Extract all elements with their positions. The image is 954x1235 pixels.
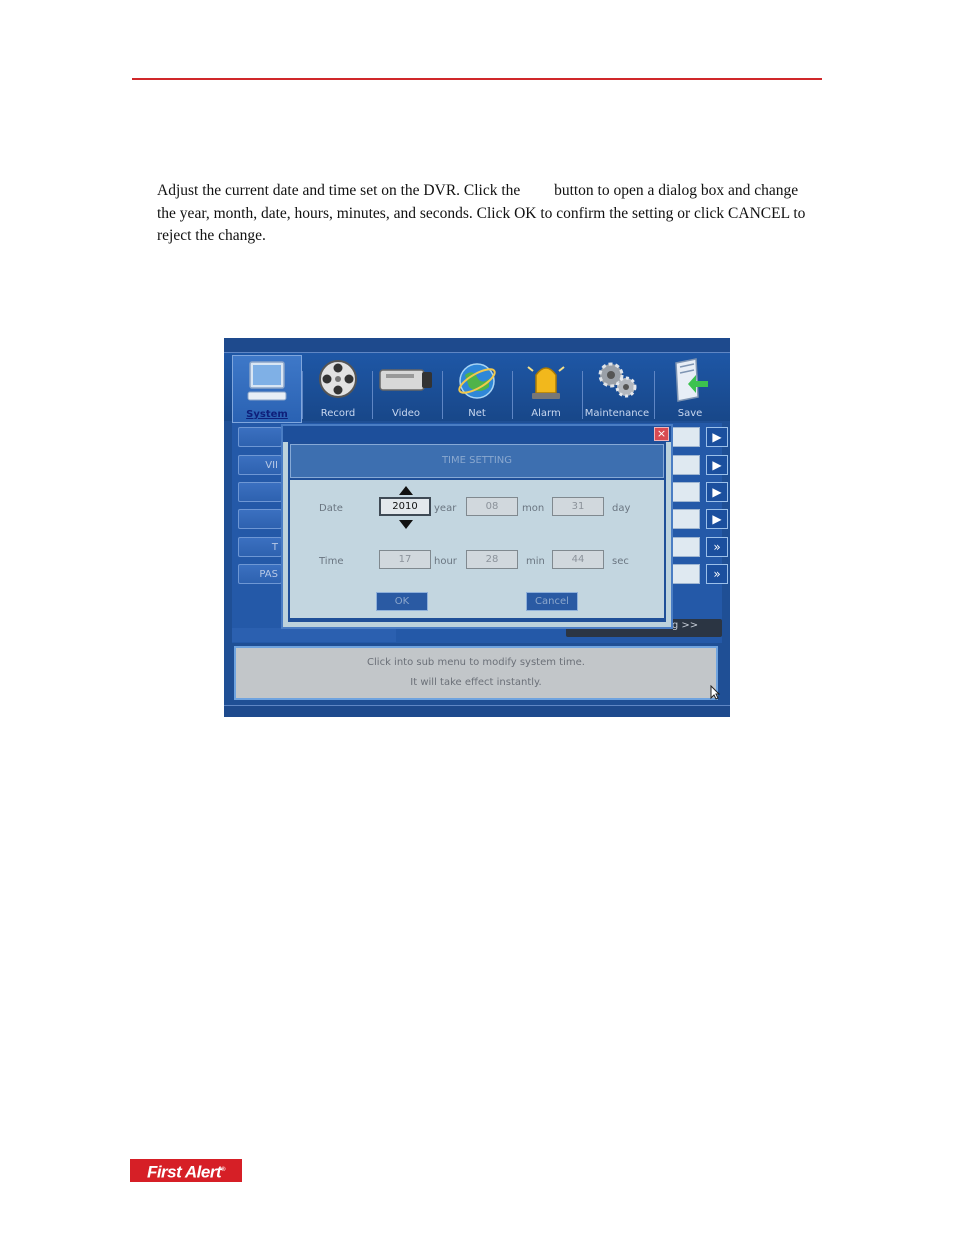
day-unit: day	[612, 503, 631, 514]
second-unit: sec	[612, 556, 629, 567]
setting-field[interactable]	[672, 564, 700, 584]
ok-button[interactable]: OK	[376, 592, 428, 611]
hour-input[interactable]: 17	[379, 550, 431, 569]
info-line-1: Click into sub menu to modify system tim…	[367, 657, 585, 668]
tab-record[interactable]: Record	[304, 355, 372, 421]
monitor-icon	[247, 361, 287, 401]
save-icon	[675, 358, 708, 402]
dialog-titlebar	[283, 426, 671, 442]
logo-text: First Alert	[146, 1162, 222, 1182]
lower-panel	[232, 628, 396, 642]
tab-video[interactable]: Video	[372, 355, 440, 421]
film-reel-icon	[319, 360, 357, 398]
open-submenu-button[interactable]: ▶	[706, 455, 728, 475]
bottom-strip	[224, 705, 730, 717]
tab-separator	[302, 371, 303, 419]
tab-net-label: Net	[468, 408, 486, 419]
second-input[interactable]: 44	[552, 550, 604, 569]
minute-input[interactable]: 28	[466, 550, 518, 569]
sidebar-button[interactable]: PAS	[238, 564, 282, 584]
sidebar-button[interactable]	[238, 482, 282, 502]
setting-field[interactable]	[672, 455, 700, 475]
tab-maintenance-label: Maintenance	[584, 408, 650, 419]
tab-video-label: Video	[391, 408, 421, 419]
sidebar-button[interactable]: T	[238, 537, 282, 557]
date-label: Date	[319, 503, 343, 514]
year-input[interactable]: 2010	[379, 497, 431, 516]
tab-alarm-label: Alarm	[531, 408, 561, 419]
minute-unit: min	[526, 556, 545, 567]
year-unit: year	[434, 503, 457, 514]
sidebar-button[interactable]	[238, 427, 282, 447]
info-box: Click into sub menu to modify system tim…	[234, 646, 718, 700]
main-menu-bar: System Record Video Net Alarm Maintenanc…	[224, 353, 730, 423]
time-label: Time	[319, 556, 344, 567]
dialog-body: TIME SETTING Date Time 2010 year 08 mon …	[288, 442, 666, 622]
tab-system-label: System	[246, 409, 288, 420]
tab-save[interactable]: Save	[656, 355, 724, 421]
tab-save-label: Save	[677, 408, 703, 419]
tab-net[interactable]: Net	[443, 355, 511, 421]
decrement-arrow-icon[interactable]	[399, 520, 413, 529]
day-input[interactable]: 31	[552, 497, 604, 516]
globe-icon	[458, 363, 496, 399]
instruction-paragraph: Adjust the current date and time set on …	[157, 180, 817, 248]
open-submenu-button[interactable]: ▶	[706, 482, 728, 502]
header-rule	[132, 78, 822, 80]
hour-unit: hour	[434, 556, 457, 567]
first-alert-logo: First Alert®	[130, 1159, 242, 1182]
setting-field[interactable]	[672, 427, 700, 447]
camera-icon	[379, 369, 432, 391]
increment-arrow-icon[interactable]	[399, 486, 413, 495]
expand-button[interactable]: »	[706, 537, 728, 557]
month-input[interactable]: 08	[466, 497, 518, 516]
tab-maintenance[interactable]: Maintenance	[582, 355, 652, 421]
dvr-screenshot: System Record Video Net Alarm Maintenanc…	[224, 338, 730, 717]
time-setting-dialog: × TIME SETTING Date Time 2010 year 08 mo…	[281, 424, 673, 629]
tab-separator	[654, 371, 655, 419]
setting-field[interactable]	[672, 537, 700, 557]
tab-system[interactable]: System	[232, 355, 302, 423]
siren-icon	[527, 366, 565, 399]
month-unit: mon	[522, 503, 545, 514]
gears-icon	[598, 362, 637, 398]
info-line-2: It will take effect instantly.	[410, 677, 542, 688]
paragraph-part-1: Adjust the current date and time set on …	[157, 182, 521, 199]
sidebar-button[interactable]	[238, 509, 282, 529]
top-strip	[224, 338, 730, 353]
mouse-cursor-icon	[710, 684, 721, 703]
tab-record-label: Record	[320, 408, 356, 419]
cancel-button[interactable]: Cancel	[526, 592, 578, 611]
expand-button[interactable]: »	[706, 564, 728, 584]
close-icon[interactable]: ×	[654, 427, 669, 441]
open-submenu-button[interactable]: ▶	[706, 427, 728, 447]
dialog-panel: Date Time 2010 year 08 mon 31 day 17 hou…	[290, 480, 664, 618]
sidebar-button[interactable]: VII	[238, 455, 282, 475]
registered-mark: ®	[221, 1167, 226, 1173]
tab-alarm[interactable]: Alarm	[512, 355, 580, 421]
setting-field[interactable]	[672, 509, 700, 529]
setting-field[interactable]	[672, 482, 700, 502]
open-submenu-button[interactable]: ▶	[706, 509, 728, 529]
dialog-title: TIME SETTING	[290, 444, 664, 478]
